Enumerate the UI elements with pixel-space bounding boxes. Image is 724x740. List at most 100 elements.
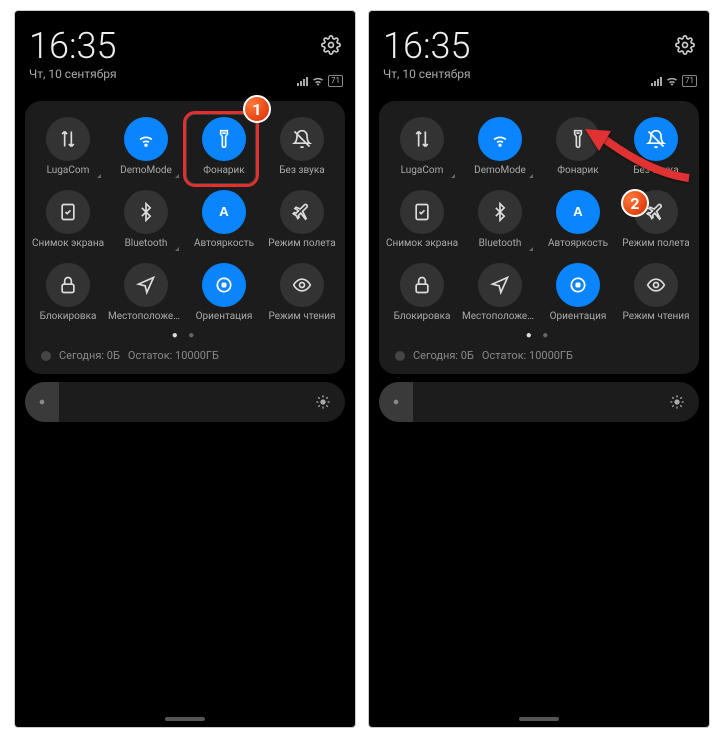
clock-time: 16:35	[29, 25, 116, 67]
qs-tile-data-arrows[interactable]: LugaCom	[383, 111, 461, 182]
qs-tile-orientation[interactable]: Ориентация	[185, 257, 263, 328]
qs-tile-screenshot[interactable]: Снимок экрана	[383, 184, 461, 255]
tile-label: Ориентация	[196, 311, 253, 322]
qs-tile-lock[interactable]: Блокировка	[383, 257, 461, 328]
qs-tile-bell-off[interactable]: Без звука	[617, 111, 695, 182]
quick-settings-panel: LugaCom DemoMode Фонарик Без звука Снимок эк…	[379, 101, 699, 374]
tile-label: Блокировка	[394, 311, 451, 322]
qs-tile-lock[interactable]: Блокировка	[29, 257, 107, 328]
expand-indicator-icon	[529, 174, 533, 178]
tile-label: Фонарик	[557, 165, 598, 176]
orientation-icon	[202, 263, 246, 307]
qs-tile-bluetooth[interactable]: Bluetooth	[107, 184, 185, 255]
location-icon	[124, 263, 168, 307]
signal-icon	[297, 77, 308, 86]
qs-tile-flashlight[interactable]: Фонарик	[185, 111, 263, 182]
battery-indicator: 71	[328, 75, 343, 87]
bluetooth-icon	[124, 190, 168, 234]
qs-tile-orientation[interactable]: Ориентация	[539, 257, 617, 328]
status-bar-right: 71	[651, 75, 697, 87]
screenshot-icon	[46, 190, 90, 234]
expand-indicator-icon	[175, 247, 179, 251]
wifi-icon	[124, 117, 168, 161]
data-dot-icon	[395, 351, 405, 361]
quick-settings-panel: LugaCom DemoMode Фонарик Без звука Снимок эк…	[25, 101, 345, 374]
qs-tile-airplane[interactable]: Режим полета	[617, 184, 695, 255]
nav-handle[interactable]	[165, 717, 205, 721]
tile-label: Режим чтения	[622, 311, 689, 322]
eye-icon	[280, 263, 324, 307]
expand-indicator-icon	[529, 247, 533, 251]
bell-off-icon	[280, 117, 324, 161]
settings-icon[interactable]	[675, 35, 695, 55]
bluetooth-icon	[478, 190, 522, 234]
qs-tile-bluetooth[interactable]: Bluetooth	[461, 184, 539, 255]
tile-label: Без звука	[279, 165, 324, 176]
data-dot-icon	[41, 351, 51, 361]
tile-label: Местоположение	[462, 311, 538, 322]
letter-a-icon: A	[556, 190, 600, 234]
page-dots[interactable]: ● ●	[383, 330, 695, 341]
tile-label: Блокировка	[40, 311, 97, 322]
orientation-icon	[556, 263, 600, 307]
phone-screenshot-left: 16:35 Чт, 10 сентября 71 LugaComDemoMode…	[14, 10, 356, 728]
qs-tile-screenshot[interactable]: Снимок экрана	[29, 184, 107, 255]
lock-icon	[46, 263, 90, 307]
tile-label: Снимок экрана	[386, 238, 458, 249]
eye-icon	[634, 263, 678, 307]
flashlight-icon	[556, 117, 600, 161]
brightness-slider[interactable]	[25, 382, 345, 422]
data-usage-row[interactable]: Сегодня: 0Б Остаток: 10000ГБ	[383, 341, 695, 366]
tile-label: Автояркость	[194, 238, 254, 249]
data-today: Сегодня: 0Б	[413, 349, 474, 362]
qs-tile-airplane[interactable]: Режим полета	[263, 184, 341, 255]
brightness-high-icon	[669, 394, 685, 410]
phone-screenshot-right: 16:35 Чт, 10 сентября 71 LugaComDemoMode…	[368, 10, 710, 728]
tile-label: Режим полета	[268, 238, 335, 249]
location-icon	[478, 263, 522, 307]
page-dots[interactable]: ● ●	[29, 330, 341, 341]
brightness-low-icon	[389, 395, 403, 409]
qs-tile-wifi[interactable]: DemoMode	[461, 111, 539, 182]
airplane-icon	[634, 190, 678, 234]
tile-label: Без звука	[633, 165, 678, 176]
data-today: Сегодня: 0Б	[59, 349, 120, 362]
tile-label: Местоположение	[108, 311, 184, 322]
brightness-high-icon	[315, 394, 331, 410]
lock-icon	[400, 263, 444, 307]
qs-tile-wifi[interactable]: DemoMode	[107, 111, 185, 182]
bell-off-icon	[634, 117, 678, 161]
nav-handle[interactable]	[519, 717, 559, 721]
tile-label: LugaCom	[47, 165, 90, 176]
tile-label: Bluetooth	[125, 238, 168, 249]
wifi-icon	[478, 117, 522, 161]
svg-text:A: A	[573, 204, 583, 219]
qs-tile-data-arrows[interactable]: LugaCom	[29, 111, 107, 182]
brightness-slider[interactable]	[379, 382, 699, 422]
expand-indicator-icon	[175, 174, 179, 178]
expand-indicator-icon	[97, 174, 101, 178]
qs-tile-flashlight[interactable]: Фонарик	[539, 111, 617, 182]
svg-text:A: A	[219, 204, 229, 219]
qs-tile-bell-off[interactable]: Без звука	[263, 111, 341, 182]
tile-label: DemoMode	[120, 165, 172, 176]
screenshot-icon	[400, 190, 444, 234]
data-usage-row[interactable]: Сегодня: 0Б Остаток: 10000ГБ	[29, 341, 341, 366]
settings-icon[interactable]	[321, 35, 341, 55]
data-remaining: Остаток: 10000ГБ	[482, 349, 573, 362]
tile-label: LugaCom	[401, 165, 444, 176]
battery-indicator: 71	[682, 75, 697, 87]
expand-indicator-icon	[451, 174, 455, 178]
qs-tile-letter-a[interactable]: AАвтояркость	[539, 184, 617, 255]
tile-label: Режим полета	[622, 238, 689, 249]
qs-tile-letter-a[interactable]: A Автояркость	[185, 184, 263, 255]
data-remaining: Остаток: 10000ГБ	[128, 349, 219, 362]
qs-tile-location[interactable]: Местоположение	[107, 257, 185, 328]
tile-label: Снимок экрана	[32, 238, 104, 249]
qs-tile-eye[interactable]: Режим чтения	[617, 257, 695, 328]
status-bar-right: 71	[297, 75, 343, 87]
qs-tile-location[interactable]: Местоположение	[461, 257, 539, 328]
qs-tile-eye[interactable]: Режим чтения	[263, 257, 341, 328]
brightness-low-icon	[35, 395, 49, 409]
wifi-status-icon	[312, 76, 324, 86]
